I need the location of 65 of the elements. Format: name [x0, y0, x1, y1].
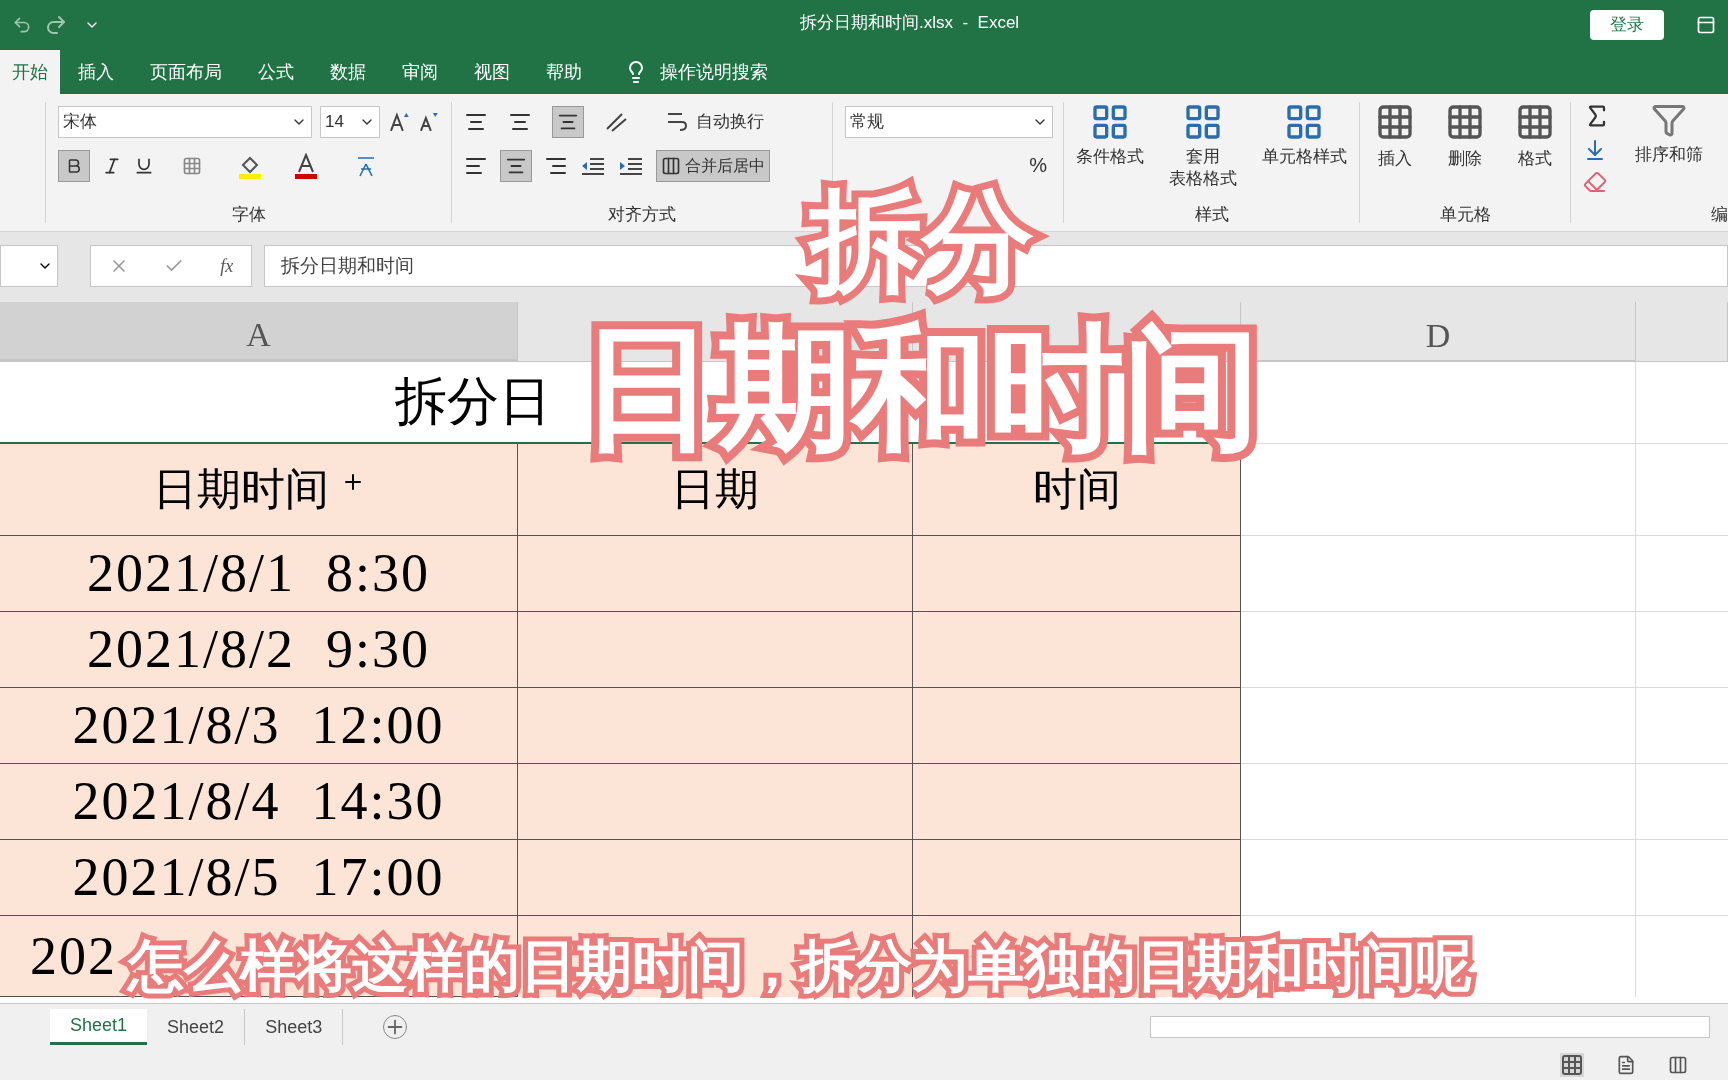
wrap-text-icon: [666, 110, 688, 134]
ribbon-tab[interactable]: 开始: [0, 50, 60, 94]
group-label: 单元格: [1439, 203, 1491, 226]
undo-icon[interactable]: [12, 15, 32, 35]
font-color-icon[interactable]: [294, 153, 318, 179]
table-grid-icon: [1183, 102, 1223, 142]
italic-icon[interactable]: [102, 156, 122, 176]
align-center-icon[interactable]: [500, 150, 532, 182]
ribbon-tab[interactable]: 页面布局: [132, 50, 240, 94]
ribbon-tab[interactable]: 数据: [312, 50, 384, 94]
group-label: 样式: [1194, 203, 1229, 226]
horizontal-scrollbar[interactable]: [1150, 1016, 1710, 1038]
wrap-text-button[interactable]: 自动换行: [696, 109, 764, 135]
date-time-cell: 2021/8/4 14:30: [0, 764, 518, 840]
cells-button[interactable]: 删除: [1445, 102, 1485, 172]
cells-button[interactable]: 格式: [1515, 102, 1555, 172]
date-time-cell: 2021/8/2 9:30: [0, 612, 518, 688]
header-cell: 日期时间: [0, 444, 518, 536]
group-label: 字体: [231, 203, 266, 226]
grow-font-icon[interactable]: [387, 111, 410, 133]
sheet-tab[interactable]: Sheet3: [245, 1009, 344, 1045]
borders-icon[interactable]: [182, 156, 202, 176]
normal-view-icon[interactable]: [1560, 1053, 1584, 1077]
group-label: 编: [1711, 203, 1728, 226]
increase-indent-icon[interactable]: [618, 155, 644, 177]
ribbon-tab[interactable]: 插入: [60, 50, 132, 94]
page-layout-icon[interactable]: [1616, 1055, 1636, 1075]
login-button[interactable]: 登录: [1590, 10, 1664, 40]
eraser-icon[interactable]: [1583, 170, 1607, 194]
redo-icon[interactable]: [44, 13, 68, 37]
merge-cells-icon: [661, 156, 681, 176]
ribbon-tab[interactable]: 帮助: [528, 50, 600, 94]
styles-button[interactable]: 单元格样式: [1261, 102, 1347, 190]
grid-icon: [1515, 102, 1555, 142]
window-title: 拆分日期和时间.xlsx - Excel: [800, 12, 1020, 34]
merge-center-button[interactable]: 合并后居中: [656, 150, 770, 182]
grid-icon: [1375, 102, 1415, 142]
underline-icon[interactable]: [134, 156, 154, 176]
page-break-icon[interactable]: [1668, 1055, 1688, 1075]
insert-function-button[interactable]: fx: [220, 252, 234, 280]
column-header[interactable]: A: [0, 302, 518, 361]
ribbon-tab[interactable]: 视图: [456, 50, 528, 94]
date-time-cell: 2021/8/3 12:00: [0, 688, 518, 764]
ribbon-display-icon[interactable]: [1696, 15, 1716, 35]
styles-button[interactable]: 套用 表格格式: [1169, 102, 1237, 190]
font-size-field[interactable]: 14: [320, 106, 380, 138]
cells-button[interactable]: 插入: [1375, 102, 1415, 172]
grid-icon: [1445, 102, 1485, 142]
shrink-font-icon[interactable]: [417, 111, 439, 133]
bottom-align-icon[interactable]: [552, 106, 584, 138]
sort-filter-button[interactable]: 排序和筛: [1635, 102, 1703, 231]
tell-me-search[interactable]: 操作说明搜索: [660, 58, 768, 86]
ribbon-tab[interactable]: 公式: [240, 50, 312, 94]
sheet-tab[interactable]: Sheet2: [147, 1009, 246, 1045]
group-label: 对齐方式: [608, 203, 676, 226]
funnel-icon: [1651, 102, 1687, 138]
sheet-tab[interactable]: Sheet1: [50, 1009, 148, 1045]
styles-button[interactable]: 条件格式: [1076, 102, 1145, 190]
bold-icon[interactable]: [58, 150, 90, 182]
ribbon-tab[interactable]: 审阅: [384, 50, 456, 94]
font-name-field[interactable]: 宋体: [58, 106, 313, 138]
decrease-indent-icon[interactable]: [580, 155, 606, 177]
date-time-cell: 2021/8/1 8:30: [0, 536, 518, 612]
number-format-field[interactable]: 常规: [845, 106, 1053, 138]
date-time-cell: 2021/8/5 17:00: [0, 840, 518, 916]
